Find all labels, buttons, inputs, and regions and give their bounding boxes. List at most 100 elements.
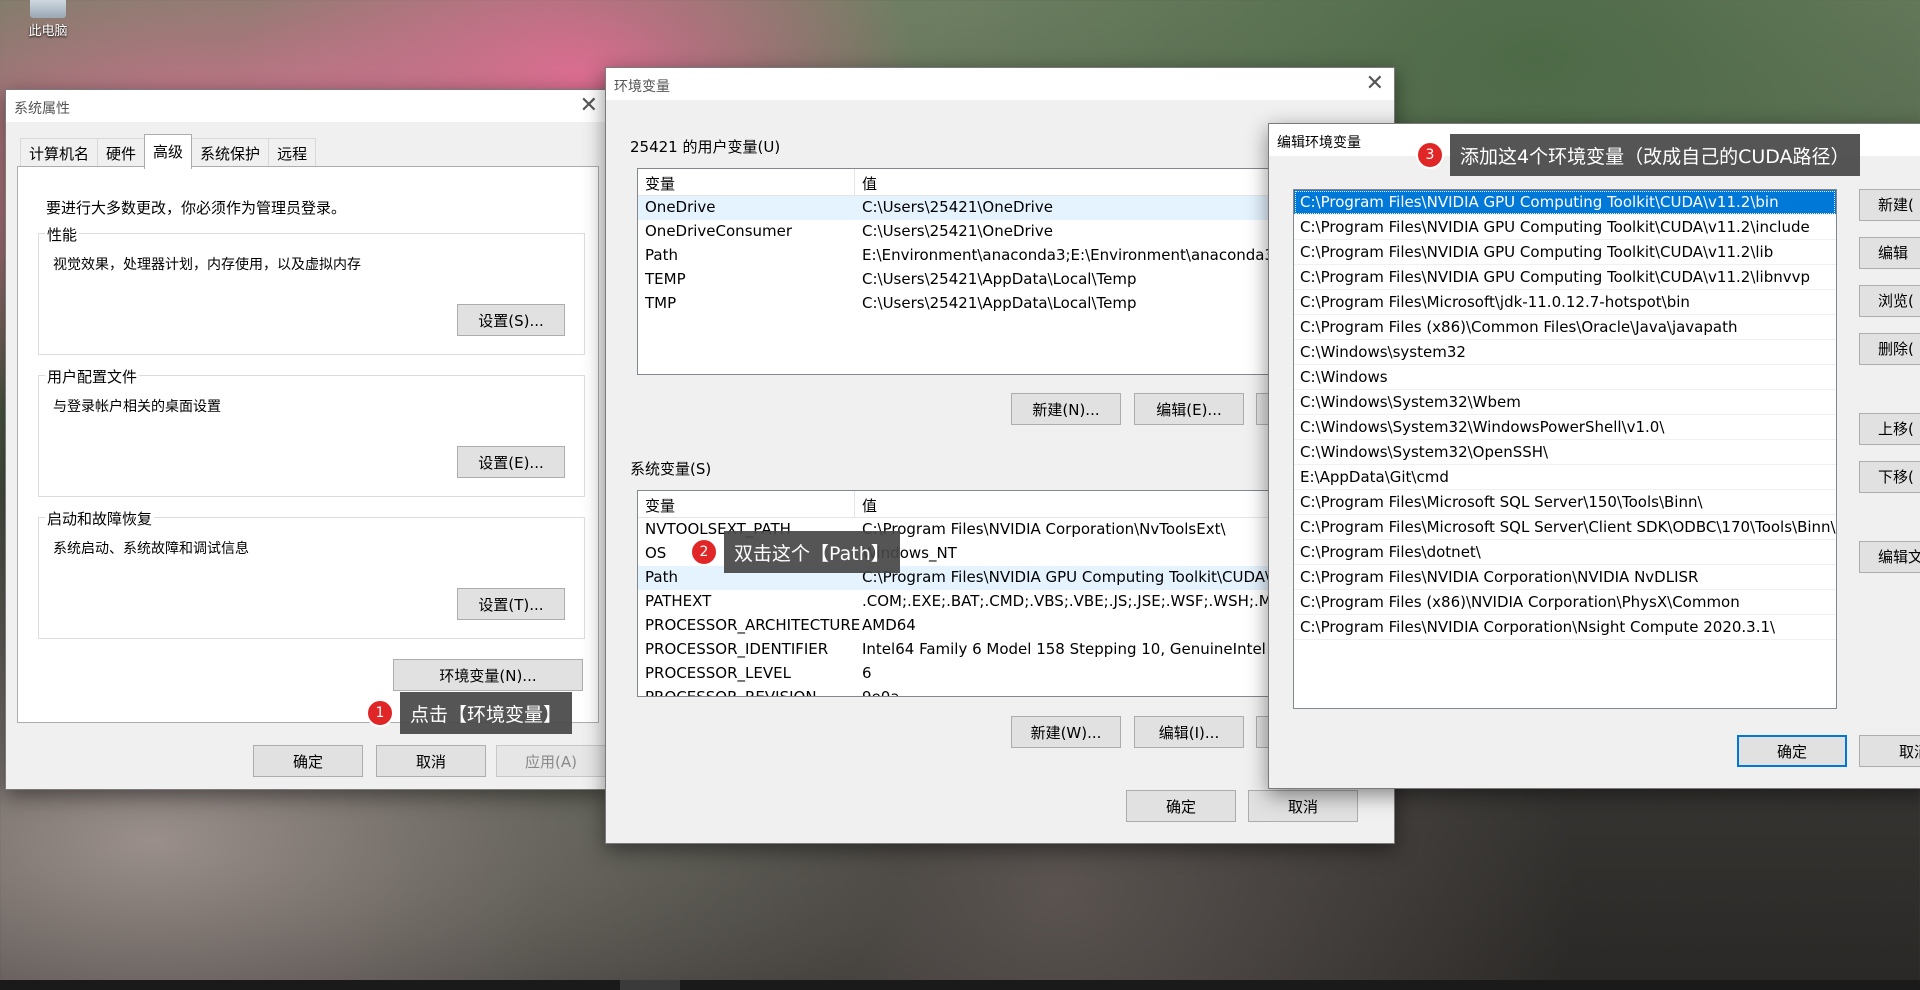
- callout-text: 点击【环境变量】: [400, 692, 573, 734]
- edit-text-button[interactable]: 编辑文本: [1859, 541, 1920, 573]
- user-new-button[interactable]: 新建(N)...: [1011, 393, 1121, 425]
- list-item[interactable]: C:\Program Files\NVIDIA Corporation\Nsig…: [1294, 615, 1836, 640]
- group-description: 与登录帐户相关的桌面设置: [53, 399, 221, 415]
- cell-value: 6: [862, 664, 872, 682]
- group-label: 性能: [45, 224, 80, 245]
- table-row[interactable]: Path E:\Environment\anaconda3;E:\Environm…: [638, 244, 1268, 268]
- table-row[interactable]: PATHEXT .COM;.EXE;.BAT;.CMD;.VBS;.VBE;.JS…: [638, 590, 1268, 614]
- table-row[interactable]: OneDriveConsumer C:\Users\25421\OneDrive: [638, 220, 1268, 244]
- taskbar: [0, 980, 1920, 990]
- cell-value: C:\Users\25421\AppData\Local\Temp: [862, 270, 1137, 288]
- column-header-value[interactable]: 值: [862, 173, 877, 194]
- list-item[interactable]: C:\Program Files (x86)\Common Files\Orac…: [1294, 315, 1836, 340]
- startup-recovery-group: 启动和故障恢复 系统启动、系统故障和调试信息 设置(T)...: [38, 508, 585, 639]
- list-item[interactable]: C:\Program Files\Microsoft SQL Server\Cl…: [1294, 515, 1836, 540]
- taskbar-item[interactable]: [620, 980, 680, 990]
- desktop-icon-this-pc[interactable]: 此电脑: [18, 0, 78, 39]
- cell-value: Intel64 Family 6 Model 158 Stepping 10, …: [862, 640, 1266, 658]
- admin-notice: 要进行大多数更改，你必须作为管理员登录。: [46, 199, 347, 217]
- desktop-icon-label: 此电脑: [28, 24, 68, 39]
- table-row[interactable]: TMP C:\Users\25421\AppData\Local\Temp: [638, 292, 1268, 316]
- table-row[interactable]: OneDrive C:\Users\25421\OneDrive: [638, 196, 1268, 220]
- cell-variable: PATHEXT: [645, 592, 712, 610]
- cell-value: C:\Users\25421\OneDrive: [862, 222, 1053, 240]
- list-item[interactable]: C:\Program Files\Microsoft SQL Server\15…: [1294, 490, 1836, 515]
- move-up-button[interactable]: 上移(: [1859, 413, 1920, 445]
- computer-icon: [30, 0, 66, 18]
- close-icon[interactable]: ✕: [580, 93, 598, 118]
- environment-variables-button[interactable]: 环境变量(N)...: [393, 659, 583, 691]
- list-item[interactable]: C:\Windows\System32\Wbem: [1294, 390, 1836, 415]
- list-item[interactable]: E:\AppData\Git\cmd: [1294, 465, 1836, 490]
- cell-variable: PROCESSOR_IDENTIFIER: [645, 640, 829, 658]
- list-item[interactable]: C:\Program Files\NVIDIA GPU Computing To…: [1294, 190, 1836, 215]
- table-row[interactable]: PROCESSOR_REVISION 9e0a: [638, 686, 1268, 697]
- advanced-tab-page: 要进行大多数更改，你必须作为管理员登录。 性能 视觉效果，处理器计划，内存使用，…: [17, 166, 599, 723]
- callout-text: 双击这个【Path】: [724, 531, 900, 573]
- group-label: 用户配置文件: [45, 366, 140, 387]
- ok-button[interactable]: 确定: [253, 745, 363, 777]
- user-variables-list[interactable]: 变量 值 OneDrive C:\Users\25421\OneDrive One…: [637, 168, 1269, 375]
- cell-value: C:\Program Files\NVIDIA Corporation\NvTo…: [862, 520, 1226, 538]
- edit-environment-variable-window: 编辑环境变量 C:\Program Files\NVIDIA GPU Compu…: [1268, 123, 1920, 789]
- system-edit-button[interactable]: 编辑(I)...: [1134, 716, 1244, 748]
- titlebar: 环境变量 ✕: [606, 68, 1394, 100]
- tab-strip: 计算机名 硬件 高级 系统保护 远程: [20, 134, 317, 169]
- tab-hardware[interactable]: 硬件: [97, 138, 146, 167]
- step-number-badge: 2: [690, 538, 718, 566]
- group-description: 系统启动、系统故障和调试信息: [53, 541, 249, 557]
- ok-button[interactable]: 确定: [1126, 790, 1236, 822]
- step-number-badge: 1: [366, 699, 394, 727]
- tab-remote[interactable]: 远程: [268, 138, 317, 167]
- cell-value: 9e0a: [862, 688, 900, 697]
- table-row[interactable]: PROCESSOR_IDENTIFIER Intel64 Family 6 Mod…: [638, 638, 1268, 662]
- list-item[interactable]: C:\Windows\System32\WindowsPowerShell\v1…: [1294, 415, 1836, 440]
- callout-text: 添加这4个环境变量（改成自己的CUDA路径）: [1450, 134, 1860, 176]
- list-item[interactable]: C:\Windows\system32: [1294, 340, 1836, 365]
- system-variables-list[interactable]: 变量 值 NVTOOLSEXT_PATH C:\Program Files\NVI…: [637, 490, 1269, 697]
- edit-button[interactable]: 编辑: [1859, 237, 1920, 269]
- list-item[interactable]: C:\Windows\System32\OpenSSH\: [1294, 440, 1836, 465]
- profile-settings-button[interactable]: 设置(E)...: [457, 446, 565, 478]
- list-item[interactable]: C:\Program Files\NVIDIA GPU Computing To…: [1294, 215, 1836, 240]
- table-row[interactable]: TEMP C:\Users\25421\AppData\Local\Temp: [638, 268, 1268, 292]
- list-item[interactable]: C:\Program Files (x86)\NVIDIA Corporatio…: [1294, 590, 1836, 615]
- performance-settings-button[interactable]: 设置(S)...: [457, 304, 565, 336]
- cell-variable: OS: [645, 544, 667, 562]
- list-item[interactable]: C:\Program Files\NVIDIA Corporation\NVID…: [1294, 565, 1836, 590]
- cell-variable: OneDriveConsumer: [645, 222, 793, 240]
- list-item[interactable]: C:\Program Files\NVIDIA GPU Computing To…: [1294, 265, 1836, 290]
- column-header-value[interactable]: 值: [862, 495, 877, 516]
- path-entries-list[interactable]: C:\Program Files\NVIDIA GPU Computing To…: [1293, 189, 1837, 709]
- ok-button[interactable]: 确定: [1737, 735, 1847, 767]
- table-row[interactable]: PROCESSOR_LEVEL 6: [638, 662, 1268, 686]
- list-item[interactable]: C:\Program Files\Microsoft\jdk-11.0.12.7…: [1294, 290, 1836, 315]
- cell-value: C:\Users\25421\OneDrive: [862, 198, 1053, 216]
- cell-value: .COM;.EXE;.BAT;.CMD;.VBS;.VBE;.JS;.JSE;.…: [862, 592, 1269, 610]
- apply-button[interactable]: 应用(A): [496, 745, 606, 777]
- startup-settings-button[interactable]: 设置(T)...: [457, 588, 565, 620]
- cell-variable: PROCESSOR_REVISION: [645, 688, 817, 697]
- column-header-variable[interactable]: 变量: [645, 495, 675, 516]
- list-item[interactable]: C:\Program Files\NVIDIA GPU Computing To…: [1294, 240, 1836, 265]
- cancel-button[interactable]: 取消: [376, 745, 486, 777]
- delete-button[interactable]: 删除(: [1859, 333, 1920, 365]
- system-variables-label: 系统变量(S): [630, 460, 712, 478]
- cancel-button[interactable]: 取消: [1859, 735, 1920, 767]
- user-edit-button[interactable]: 编辑(E)...: [1134, 393, 1244, 425]
- system-new-button[interactable]: 新建(W)...: [1011, 716, 1121, 748]
- move-down-button[interactable]: 下移(: [1859, 461, 1920, 493]
- column-header-variable[interactable]: 变量: [645, 173, 675, 194]
- close-icon[interactable]: ✕: [1366, 71, 1384, 96]
- tab-computer-name[interactable]: 计算机名: [20, 138, 99, 167]
- cell-variable: TMP: [645, 294, 677, 312]
- table-row[interactable]: PROCESSOR_ARCHITECTURE AMD64: [638, 614, 1268, 638]
- list-item[interactable]: C:\Windows: [1294, 365, 1836, 390]
- tab-advanced[interactable]: 高级: [144, 134, 193, 169]
- new-button[interactable]: 新建(: [1859, 189, 1920, 221]
- cancel-button[interactable]: 取消: [1248, 790, 1358, 822]
- list-item[interactable]: C:\Program Files\dotnet\: [1294, 540, 1836, 565]
- tab-system-protection[interactable]: 系统保护: [191, 138, 270, 167]
- browse-button[interactable]: 浏览(: [1859, 285, 1920, 317]
- cell-value: C:\Program Files\NVIDIA GPU Computing To…: [862, 568, 1269, 586]
